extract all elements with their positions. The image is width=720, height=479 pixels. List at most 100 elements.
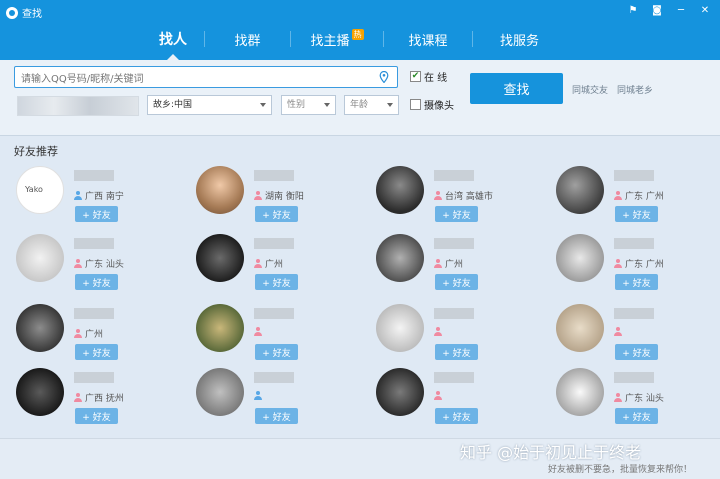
friend-card[interactable]: + 好友 bbox=[376, 304, 546, 360]
location-info: 广西 南宁 bbox=[74, 189, 124, 202]
add-friend-button[interactable]: + 好友 bbox=[75, 344, 118, 360]
avatar[interactable] bbox=[556, 368, 604, 416]
tab-find-streamers[interactable]: 找主播热 bbox=[291, 18, 383, 60]
avatar[interactable] bbox=[16, 234, 64, 282]
add-friend-button[interactable]: + 好友 bbox=[75, 206, 118, 222]
tab-find-groups[interactable]: 找群 bbox=[205, 18, 290, 60]
friend-card[interactable]: + 好友 bbox=[556, 304, 720, 360]
recommend-title: 好友推荐 bbox=[14, 145, 58, 158]
location-info bbox=[434, 327, 445, 336]
avatar[interactable] bbox=[376, 234, 424, 282]
add-friend-button[interactable]: + 好友 bbox=[615, 206, 658, 222]
add-friend-button[interactable]: + 好友 bbox=[435, 206, 478, 222]
hometown-value: 故乡:中国 bbox=[153, 100, 193, 110]
chevron-down-icon bbox=[324, 103, 330, 107]
male-user-icon bbox=[254, 391, 262, 400]
add-friend-button[interactable]: + 好友 bbox=[615, 408, 658, 424]
add-friend-button[interactable]: + 好友 bbox=[75, 408, 118, 424]
tab-bar: 找人 找群 找主播热 找课程 找服务 bbox=[142, 18, 566, 60]
add-friend-button[interactable]: + 好友 bbox=[255, 408, 298, 424]
location-info: 广东 广州 bbox=[614, 257, 664, 270]
nickname-blurred bbox=[74, 170, 114, 181]
avatar[interactable] bbox=[376, 304, 424, 352]
nickname-blurred bbox=[254, 308, 294, 319]
local-dating-link[interactable]: 同城交友 bbox=[572, 83, 608, 96]
tab-label: 找服务 bbox=[499, 33, 539, 49]
friend-card[interactable]: + 好友 bbox=[196, 304, 366, 360]
hometown-select[interactable]: 故乡:中国 bbox=[147, 95, 272, 115]
chevron-down-icon bbox=[387, 103, 393, 107]
search-button[interactable]: 查找 bbox=[470, 73, 563, 104]
friend-card[interactable]: 广州 + 好友 bbox=[196, 234, 366, 290]
avatar[interactable] bbox=[196, 368, 244, 416]
avatar[interactable] bbox=[16, 304, 64, 352]
avatar[interactable] bbox=[196, 166, 244, 214]
avatar[interactable] bbox=[556, 166, 604, 214]
online-checkbox[interactable]: ✔ 在 线 bbox=[410, 69, 447, 84]
avatar[interactable] bbox=[16, 368, 64, 416]
search-input[interactable] bbox=[15, 69, 375, 90]
camera-checkbox[interactable]: 摄像头 bbox=[410, 97, 454, 112]
add-friend-button[interactable]: + 好友 bbox=[435, 408, 478, 424]
skin-icon[interactable]: ◙ bbox=[650, 4, 664, 18]
age-value: 年龄 bbox=[350, 100, 369, 110]
location-text: 广西 南宁 bbox=[85, 192, 124, 202]
watermark: 知乎 @始于初见止于终老 bbox=[460, 443, 642, 462]
location-pin-icon[interactable] bbox=[379, 71, 389, 83]
location-select-blurred[interactable] bbox=[17, 96, 139, 116]
friend-card[interactable]: + 好友 bbox=[376, 368, 546, 424]
female-user-icon bbox=[434, 391, 442, 400]
tab-find-people[interactable]: 找人 bbox=[142, 18, 204, 60]
avatar[interactable] bbox=[196, 304, 244, 352]
friend-card[interactable]: 广东 广州 + 好友 bbox=[556, 166, 720, 222]
friend-card[interactable]: 台湾 高雄市 + 好友 bbox=[376, 166, 546, 222]
avatar[interactable] bbox=[556, 304, 604, 352]
avatar[interactable] bbox=[196, 234, 244, 282]
add-friend-button[interactable]: + 好友 bbox=[435, 344, 478, 360]
friend-card[interactable]: 广州 + 好友 bbox=[376, 234, 546, 290]
fellow-townsmen-link[interactable]: 同城老乡 bbox=[617, 83, 653, 96]
hot-badge: 热 bbox=[351, 28, 364, 40]
location-info: 广州 bbox=[74, 327, 103, 340]
friend-card[interactable]: 广东 汕头 + 好友 bbox=[16, 234, 186, 290]
qq-logo-icon bbox=[6, 6, 18, 19]
add-friend-button[interactable]: + 好友 bbox=[75, 274, 118, 290]
chevron-down-icon bbox=[260, 103, 266, 107]
checkbox-empty-icon bbox=[410, 99, 421, 110]
avatar[interactable] bbox=[556, 234, 604, 282]
female-user-icon bbox=[254, 191, 262, 200]
flag-icon[interactable]: ⚑ bbox=[626, 4, 640, 18]
add-friend-button[interactable]: + 好友 bbox=[435, 274, 478, 290]
friend-card[interactable]: Yako 广西 南宁 + 好友 bbox=[16, 166, 186, 222]
friend-card[interactable]: 广西 抚州 + 好友 bbox=[16, 368, 186, 424]
nickname-blurred bbox=[74, 372, 114, 383]
footnote-text: 好友被删不要急，批量恢复来帮你！ bbox=[548, 465, 693, 475]
location-info: 广西 抚州 bbox=[74, 391, 124, 404]
location-info bbox=[434, 391, 445, 400]
friend-card[interactable]: 广东 汕头 + 好友 bbox=[556, 368, 720, 424]
minimize-icon[interactable]: ─ bbox=[674, 4, 688, 18]
add-friend-button[interactable]: + 好友 bbox=[255, 344, 298, 360]
add-friend-button[interactable]: + 好友 bbox=[255, 274, 298, 290]
tab-find-services[interactable]: 找服务 bbox=[473, 18, 566, 60]
friend-card[interactable]: + 好友 bbox=[196, 368, 366, 424]
friend-card[interactable]: 广东 广州 + 好友 bbox=[556, 234, 720, 290]
tab-find-courses[interactable]: 找课程 bbox=[384, 18, 472, 60]
avatar[interactable]: Yako bbox=[16, 166, 64, 214]
avatar[interactable] bbox=[376, 166, 424, 214]
location-info bbox=[254, 327, 265, 336]
add-friend-button[interactable]: + 好友 bbox=[255, 206, 298, 222]
nickname-blurred bbox=[434, 372, 474, 383]
location-info: 广东 广州 bbox=[614, 189, 664, 202]
close-icon[interactable]: ✕ bbox=[698, 4, 712, 18]
age-select[interactable]: 年龄 bbox=[344, 95, 399, 115]
nickname-blurred bbox=[254, 238, 294, 249]
add-friend-button[interactable]: + 好友 bbox=[615, 344, 658, 360]
add-friend-button[interactable]: + 好友 bbox=[615, 274, 658, 290]
nickname-blurred bbox=[614, 372, 654, 383]
friend-card[interactable]: 广州 + 好友 bbox=[16, 304, 186, 360]
female-user-icon bbox=[254, 259, 262, 268]
friend-card[interactable]: 湖南 衡阳 + 好友 bbox=[196, 166, 366, 222]
avatar[interactable] bbox=[376, 368, 424, 416]
gender-select[interactable]: 性别 bbox=[281, 95, 336, 115]
